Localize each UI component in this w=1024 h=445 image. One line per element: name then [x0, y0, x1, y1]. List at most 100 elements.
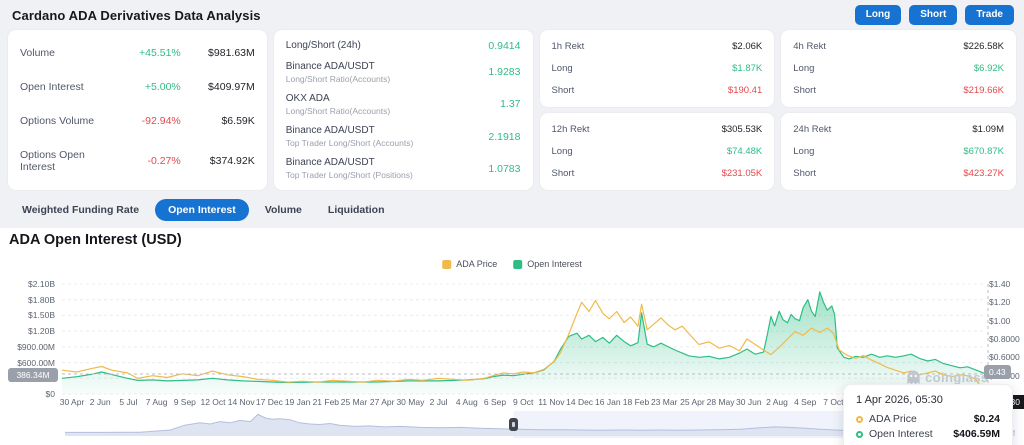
volume-stats-card: Volume +45.51% $981.63M Open Interest +5…: [8, 30, 267, 190]
tab-open-interest[interactable]: Open Interest: [155, 199, 249, 221]
summary-cards: Volume +45.51% $981.63M Open Interest +5…: [8, 30, 1016, 190]
ratio-value: 0.9414: [488, 40, 520, 52]
tab-weighted-funding-rate[interactable]: Weighted Funding Rate: [12, 199, 149, 221]
tooltip-label: ADA Price: [869, 413, 968, 425]
rekt-4h-card: 4h Rekt$226.58K Long$6.92K Short$219.66K: [781, 30, 1016, 107]
y-axis-right-label: $0.8000: [989, 334, 1020, 344]
chart-section: ADA Open Interest (USD) ADA Price Open I…: [0, 228, 1024, 445]
stat-label: Options Volume: [20, 115, 119, 127]
trade-button[interactable]: Trade: [965, 5, 1014, 25]
rekt-short-value: $190.41: [728, 85, 762, 96]
y-axis-right-label: $1.00: [989, 316, 1010, 326]
rekt-short-value: $219.66K: [963, 85, 1004, 96]
ratio-value: 1.37: [500, 98, 520, 110]
y-axis-left-label: $600.00M: [17, 358, 55, 368]
x-axis-label: 23 Mar: [651, 397, 677, 407]
ratio-sublabel: Long/Short Ratio(Accounts): [286, 74, 489, 84]
right-axis-crosshair-badge: 0.43: [984, 365, 1011, 379]
x-axis-label: 2 Jul: [430, 397, 448, 407]
left-axis-crosshair-badge: 386.34M: [8, 368, 58, 382]
rekt-long-label: Long: [552, 146, 573, 157]
coinglass-ghost-icon: [906, 370, 921, 385]
ratio-row-24h: Long/Short (24h) 0.9414: [286, 40, 521, 52]
chart-tooltip: 1 Apr 2026, 05:30 ADA Price $0.24 Open I…: [843, 384, 1013, 445]
rekt-24h-card: 24h Rekt$1.09M Long$670.87K Short$423.27…: [781, 113, 1016, 190]
x-axis-label: 25 Mar: [341, 397, 367, 407]
x-axis-label: 14 Dec: [566, 397, 593, 407]
x-axis-label: 30 Apr: [60, 397, 85, 407]
stat-percent: -92.94%: [119, 115, 181, 127]
rekt-title: 12h Rekt: [552, 124, 590, 135]
rekt-total: $1.09M: [972, 124, 1004, 135]
stat-label: Options Open Interest: [20, 149, 119, 173]
ratio-label: OKX ADA: [286, 93, 500, 104]
tooltip-date: 1 Apr 2026, 05:30: [856, 394, 1000, 406]
stat-row-open-interest: Open Interest +5.00% $409.97M: [20, 81, 255, 93]
header: Cardano ADA Derivatives Data Analysis Lo…: [0, 0, 1024, 30]
stat-row-options-open-interest: Options Open Interest -0.27% $374.92K: [20, 149, 255, 173]
ratio-value: 2.1918: [488, 131, 520, 143]
stat-label: Open Interest: [20, 81, 119, 93]
ratio-label: Binance ADA/USDT: [286, 157, 489, 168]
ratio-value: 1.0783: [488, 163, 520, 175]
x-axis-label: 27 Apr: [370, 397, 395, 407]
rekt-total: $226.58K: [963, 41, 1004, 52]
stat-percent: -0.27%: [119, 155, 181, 167]
tooltip-value: $406.59M: [953, 428, 1000, 440]
stat-percent: +5.00%: [119, 81, 181, 93]
rekt-short-label: Short: [793, 85, 816, 96]
ratio-label: Binance ADA/USDT: [286, 125, 489, 136]
rekt-title: 24h Rekt: [793, 124, 831, 135]
rekt-short-label: Short: [552, 168, 575, 179]
rekt-1h-card: 1h Rekt$2.06K Long$1.87K Short$190.41: [540, 30, 775, 107]
ratio-label: Binance ADA/USDT: [286, 61, 489, 72]
y-axis-left-label: $2.10B: [28, 279, 55, 289]
ratio-sublabel: Top Trader Long/Short (Accounts): [286, 138, 489, 148]
y-axis-left-label: $1.80B: [28, 295, 55, 305]
y-axis-left-label: $1.50B: [28, 310, 55, 320]
x-axis-label: 2 Jun: [90, 397, 111, 407]
x-axis-label: 16 Jan: [595, 397, 621, 407]
tooltip-row-open-interest: Open Interest $406.59M: [856, 428, 1000, 440]
x-axis-label: 7 Oct: [823, 397, 843, 407]
x-axis-label: 2 Aug: [766, 397, 788, 407]
y-axis-left-label: $900.00M: [17, 342, 55, 352]
rekt-12h-card: 12h Rekt$305.53K Long$74.48K Short$231.0…: [540, 113, 775, 190]
stat-value: $6.59K: [181, 115, 255, 127]
stat-row-options-volume: Options Volume -92.94% $6.59K: [20, 115, 255, 127]
tooltip-value: $0.24: [974, 413, 1000, 425]
rekt-long-value: $6.92K: [974, 63, 1004, 74]
x-axis-label: 7 Aug: [146, 397, 168, 407]
x-axis-label: 25 Apr: [680, 397, 705, 407]
long-button[interactable]: Long: [855, 5, 901, 25]
x-axis-label: 30 May: [396, 397, 424, 407]
long-short-ratio-card: Long/Short (24h) 0.9414 Binance ADA/USDT…: [274, 30, 533, 190]
ratio-sublabel: Long/Short Ratio(Accounts): [286, 106, 500, 116]
x-axis-label: 9 Sep: [174, 397, 196, 407]
rekt-total: $305.53K: [722, 124, 763, 135]
tooltip-row-ada-price: ADA Price $0.24: [856, 413, 1000, 425]
page-title: Cardano ADA Derivatives Data Analysis: [12, 8, 261, 23]
ratio-row-top-trader-positions: Binance ADA/USDT Top Trader Long/Short (…: [286, 157, 521, 180]
rekt-title: 4h Rekt: [793, 41, 826, 52]
rekt-long-value: $74.48K: [727, 146, 762, 157]
short-button[interactable]: Short: [909, 5, 957, 25]
x-axis-label: 9 Oct: [513, 397, 533, 407]
ratio-row-top-trader-accounts: Binance ADA/USDT Top Trader Long/Short (…: [286, 125, 521, 148]
ratio-row-okx-accounts: OKX ADA Long/Short Ratio(Accounts) 1.37: [286, 93, 521, 116]
tab-volume[interactable]: Volume: [255, 199, 312, 221]
x-axis-label: 6 Sep: [484, 397, 506, 407]
y-axis-left-label: $1.20B: [28, 326, 55, 336]
navigator-left-handle[interactable]: [509, 418, 518, 431]
x-axis-label: 4 Aug: [456, 397, 478, 407]
tab-liquidation[interactable]: Liquidation: [318, 199, 395, 221]
x-axis-label: 21 Feb: [313, 397, 339, 407]
tooltip-label: Open Interest: [869, 428, 947, 440]
ratio-row-binance-accounts: Binance ADA/USDT Long/Short Ratio(Accoun…: [286, 61, 521, 84]
rekt-short-label: Short: [793, 168, 816, 179]
rekt-column-1: 1h Rekt$2.06K Long$1.87K Short$190.41 12…: [540, 30, 775, 190]
rekt-title: 1h Rekt: [552, 41, 585, 52]
x-axis-label: 5 Jul: [119, 397, 137, 407]
chart-tabs: Weighted Funding Rate Open Interest Volu…: [12, 198, 1016, 222]
rekt-short-label: Short: [552, 85, 575, 96]
